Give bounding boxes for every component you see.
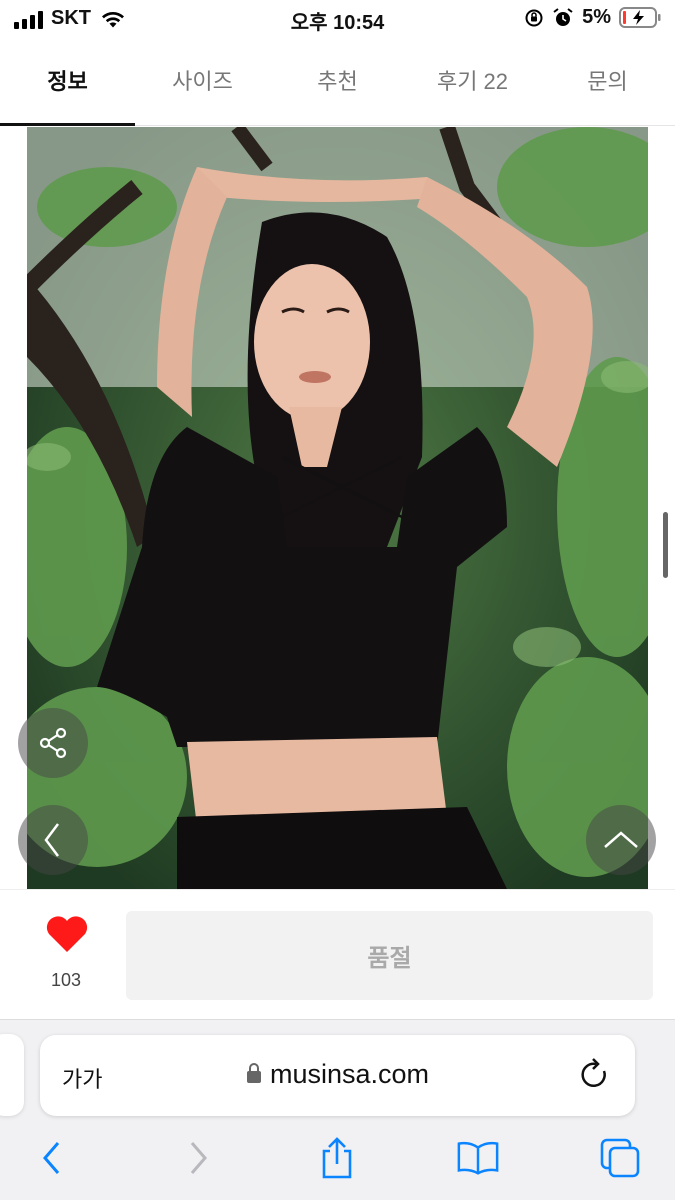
previous-tab-preview[interactable] bbox=[0, 1034, 24, 1116]
tabs-button[interactable] bbox=[598, 1136, 642, 1180]
tab-reviews[interactable]: 후기 22 bbox=[405, 40, 540, 125]
sold-out-button[interactable]: 품절 bbox=[126, 911, 653, 1000]
tab-info[interactable]: 정보 bbox=[0, 40, 135, 126]
tab-inquiry[interactable]: 문의 bbox=[540, 40, 675, 125]
chevron-left-icon bbox=[44, 823, 59, 857]
tab-recommend[interactable]: 추천 bbox=[270, 40, 405, 125]
purchase-bar: 103 품절 bbox=[0, 889, 675, 1019]
scroll-indicator[interactable] bbox=[663, 512, 668, 578]
tabs-icon bbox=[600, 1138, 640, 1178]
chevron-right-icon bbox=[190, 1142, 207, 1174]
product-photo-illustration bbox=[27, 127, 648, 889]
reload-icon[interactable] bbox=[579, 1057, 611, 1091]
book-icon bbox=[457, 1141, 499, 1175]
url-text: musinsa.com bbox=[269, 1059, 430, 1089]
lock-icon bbox=[246, 1063, 261, 1083]
address-bar[interactable]: 가가 musinsa.com bbox=[40, 1035, 635, 1116]
back-button[interactable] bbox=[18, 805, 88, 875]
browser-forward-button[interactable] bbox=[176, 1136, 220, 1180]
scroll-top-button[interactable] bbox=[586, 805, 656, 875]
share-button[interactable] bbox=[18, 708, 88, 778]
share-sheet-button[interactable] bbox=[315, 1136, 359, 1180]
browser-back-button[interactable] bbox=[30, 1136, 74, 1180]
browser-toolbar bbox=[0, 1136, 675, 1190]
chevron-up-icon bbox=[604, 831, 638, 848]
battery-charging-icon bbox=[619, 7, 661, 28]
bookmarks-button[interactable] bbox=[456, 1136, 500, 1180]
orientation-lock-icon bbox=[525, 9, 543, 26]
chevron-left-icon bbox=[43, 1142, 60, 1174]
like-count: 103 bbox=[50, 970, 82, 990]
heart-icon[interactable] bbox=[45, 914, 89, 954]
alarm-icon bbox=[553, 7, 573, 26]
status-bar: SKT 오후 10:54 5% bbox=[0, 0, 675, 38]
status-right: 5% bbox=[524, 6, 661, 29]
url-field[interactable]: musinsa.com bbox=[40, 1059, 635, 1090]
product-tabs: 정보 사이즈 추천 후기 22 문의 bbox=[0, 40, 675, 126]
share-sheet-icon bbox=[322, 1137, 352, 1179]
share-icon bbox=[39, 727, 67, 759]
battery-percent: 5% bbox=[582, 6, 611, 28]
browser-chrome: 가가 musinsa.com bbox=[0, 1019, 675, 1200]
product-photo[interactable] bbox=[27, 127, 648, 889]
tab-size[interactable]: 사이즈 bbox=[135, 40, 270, 125]
